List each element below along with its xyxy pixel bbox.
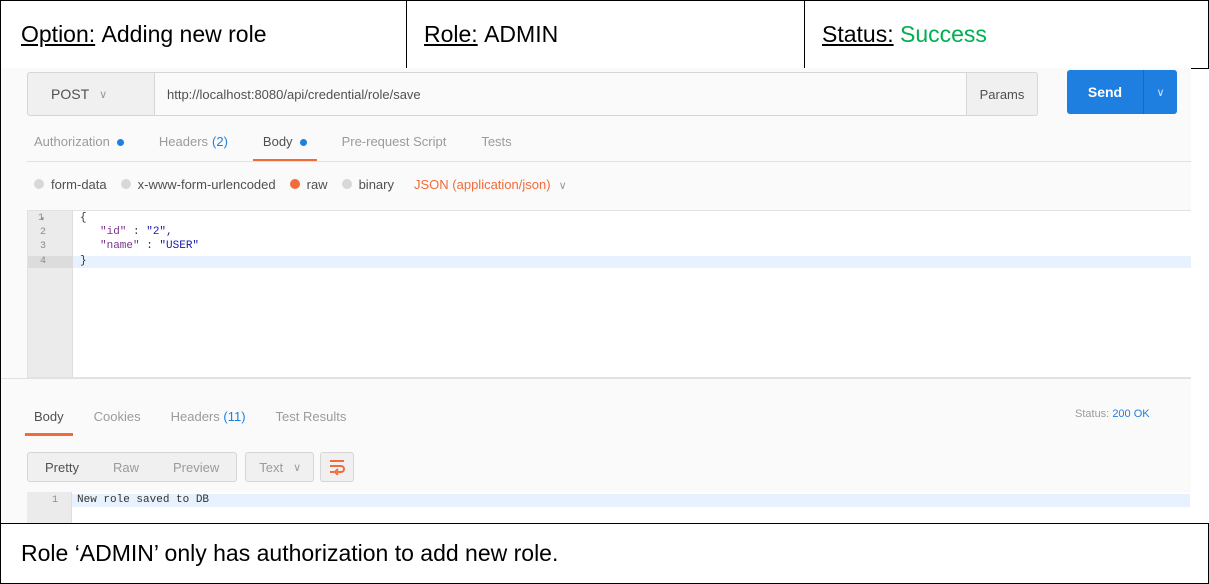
response-tab-headers[interactable]: Headers (11) [171,409,246,437]
chevron-down-icon: ∨ [1156,86,1165,99]
send-group: Send ∨ [1067,70,1177,114]
option-label: form-data [51,176,107,192]
tab-label: Pre-request Script [341,134,447,149]
line-number: 2 [40,227,47,238]
radio-off-icon [34,179,44,189]
tab-pre-request-script[interactable]: Pre-request Script [342,128,447,162]
radio-binary[interactable]: binary [341,176,394,192]
radio-off-icon [120,179,131,189]
chevron-down-icon: ∨ [558,179,567,192]
document-table: Option: Adding new role Role: ADMIN Stat… [0,0,1209,584]
radio-form-data[interactable]: form-data [34,177,107,192]
line-number: 1 [51,495,58,506]
status-cell: Status: Success [805,1,1208,68]
active-line-highlight [72,494,1190,507]
line-number: 4 [28,256,73,268]
content-type-label: JSON (application/json) [414,176,551,192]
request-body-editor[interactable]: 1 ▾ 2 3 4 { "id" : "2", "name" : "USER" } [27,210,1191,378]
status-value: Success [900,21,987,47]
option-cell: Option: Adding new role [1,1,407,68]
tab-label: Body [262,134,293,149]
url-input[interactable]: http://localhost:8080/api/credential/rol… [155,72,967,116]
tab-authorization[interactable]: Authorization [34,128,124,162]
view-pretty-button[interactable]: Pretty [28,460,96,475]
radio-raw[interactable]: raw [289,176,328,192]
role-label: Role: [424,21,478,47]
response-body-editor: 1 New role saved to DB [27,492,1191,523]
option-label: binary [358,176,394,192]
radio-on-icon [289,179,300,189]
wrap-lines-icon [330,460,346,475]
request-tabs: Authorization Headers (2) Body Pre-reques… [34,128,547,162]
modified-dot-icon [116,139,124,146]
chevron-down-icon: ∨ [293,461,302,474]
radio-off-icon [341,179,352,189]
code-line: "id" : "2", [100,226,173,238]
response-tab-test-results[interactable]: Test Results [276,409,347,437]
method-select[interactable]: POST ∨ [27,72,155,116]
option-label: raw [306,176,328,192]
request-url-bar: POST ∨ http://localhost:8080/api/credent… [27,72,1166,116]
code-line: { [80,212,87,224]
chevron-down-icon: ∨ [99,88,108,101]
role-value: ADMIN [484,21,559,47]
response-status: Status: 200 OK [1075,408,1150,420]
status-label: Status: [822,21,894,47]
method-label: POST [51,86,90,102]
view-raw-button[interactable]: Raw [96,460,156,475]
code-line: "name" : "USER" [100,240,200,252]
radio-urlencoded[interactable]: x-www-form-urlencoded [120,176,276,192]
response-text: New role saved to DB [77,494,210,506]
tab-headers[interactable]: Headers (2) [159,128,228,162]
body-type-options: form-data x-www-form-urlencoded raw bina… [34,171,567,197]
response-tabs: Body Cookies Headers (11) Test Results [25,409,376,437]
tab-count: (2) [212,134,228,149]
modified-dot-icon [299,139,307,146]
code-line: } [80,255,87,267]
option-value: Adding new role [101,21,267,47]
tab-label: Headers [158,134,209,149]
status-code: 200 OK [1112,408,1150,420]
role-cell: Role: ADMIN [407,1,805,68]
option-label: Option: [21,21,96,47]
line-number: 3 [40,241,47,252]
params-button[interactable]: Params [967,72,1038,116]
postman-screenshot: POST ∨ http://localhost:8080/api/credent… [0,68,1191,523]
active-line-highlight [73,256,1191,268]
tab-tests[interactable]: Tests [481,128,511,162]
line-number: 1 ▾ [38,213,45,224]
option-label: x-www-form-urlencoded [137,176,276,192]
send-dropdown-button[interactable]: ∨ [1143,70,1177,114]
response-tab-cookies[interactable]: Cookies [94,409,141,437]
tab-body[interactable]: Body [253,128,317,162]
url-text: http://localhost:8080/api/credential/rol… [167,86,421,102]
footer-note: Role ‘ADMIN’ only has authorization to a… [0,523,1209,584]
tab-label: Tests [481,134,512,149]
response-tab-body[interactable]: Body [25,409,73,437]
content-type-select[interactable]: JSON (application/json) ∨ [414,177,567,192]
header-row: Option: Adding new role Role: ADMIN Stat… [0,0,1209,69]
wrap-lines-button[interactable] [320,452,355,482]
response-view-toolbar: Pretty Raw Preview Text ∨ [27,452,355,482]
fold-arrow-icon: ▾ [40,215,45,224]
view-preview-button[interactable]: Preview [156,460,236,475]
tab-label: Authorization [34,134,110,149]
divider [27,161,1191,162]
view-mode-group: Pretty Raw Preview [27,452,238,482]
send-button[interactable]: Send [1067,70,1143,114]
format-select[interactable]: Text ∨ [245,452,315,482]
divider [1,378,1191,379]
